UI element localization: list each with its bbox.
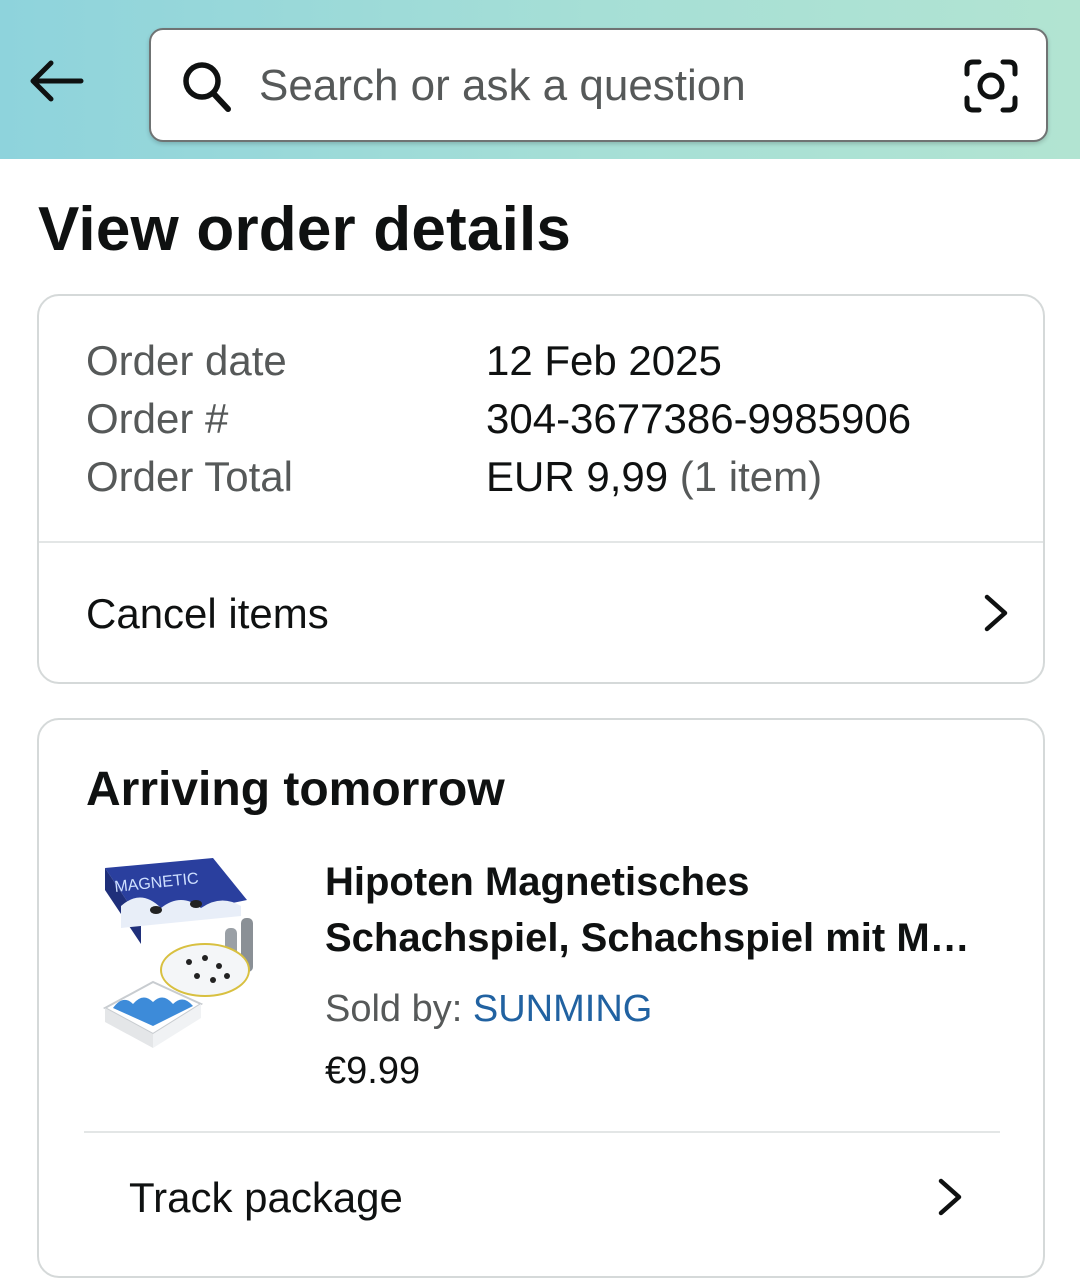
cancel-items-button[interactable]: Cancel items [39,543,1043,684]
arrow-left-icon [30,60,84,102]
order-total-row: Order Total EUR 9,99 (1 item) [86,452,822,502]
product-image[interactable]: MAGNETIC [101,858,267,1054]
order-date-label: Order date [86,337,287,384]
chevron-right-icon [938,1178,962,1216]
order-total-amount: EUR 9,99 [486,453,669,500]
track-package-label: Track package [129,1174,403,1221]
search-input[interactable] [259,52,939,120]
cancel-items-label: Cancel items [86,589,329,637]
product-price: €9.99 [325,1050,421,1092]
order-date-row: Order date 12 Feb 2025 [86,336,722,386]
order-item-count: (1 item) [679,453,823,500]
chevron-right-icon [984,594,1008,632]
product-title-line-1: Hipoten Magnetisches [325,860,750,904]
product-title-link[interactable]: Hipoten Magnetisches Schachspiel, Schach… [325,854,1015,966]
delivery-card: Arriving tomorrow MAGNETIC Hipoten Magne… [37,718,1045,1278]
order-number-label: Order # [86,395,229,442]
order-summary-card: Order date 12 Feb 2025 Order # 304-36773… [37,294,1045,684]
search-icon [183,62,231,112]
top-header [0,0,1080,159]
sold-by-label: Sold by: [325,988,473,1030]
seller-link[interactable]: SUNMING [473,988,652,1030]
order-total-value: EUR 9,99 (1 item) [486,452,822,502]
camera-lens-icon[interactable] [963,58,1019,114]
back-button[interactable] [22,46,92,116]
order-date-value: 12 Feb 2025 [486,337,722,384]
delivery-status-heading: Arriving tomorrow [86,763,505,816]
track-package-button[interactable]: Track package [39,1133,1043,1263]
sold-by: Sold by: SUNMING [325,988,652,1031]
order-number-value: 304-3677386-9985906 [486,395,912,442]
order-number-row: Order # 304-3677386-9985906 [86,394,911,444]
search-bar[interactable] [149,28,1048,142]
product-title-line-2: Schachspiel, Schachspiel mit M… [325,916,970,960]
order-total-label: Order Total [86,453,293,500]
page-title: View order details [38,195,572,264]
